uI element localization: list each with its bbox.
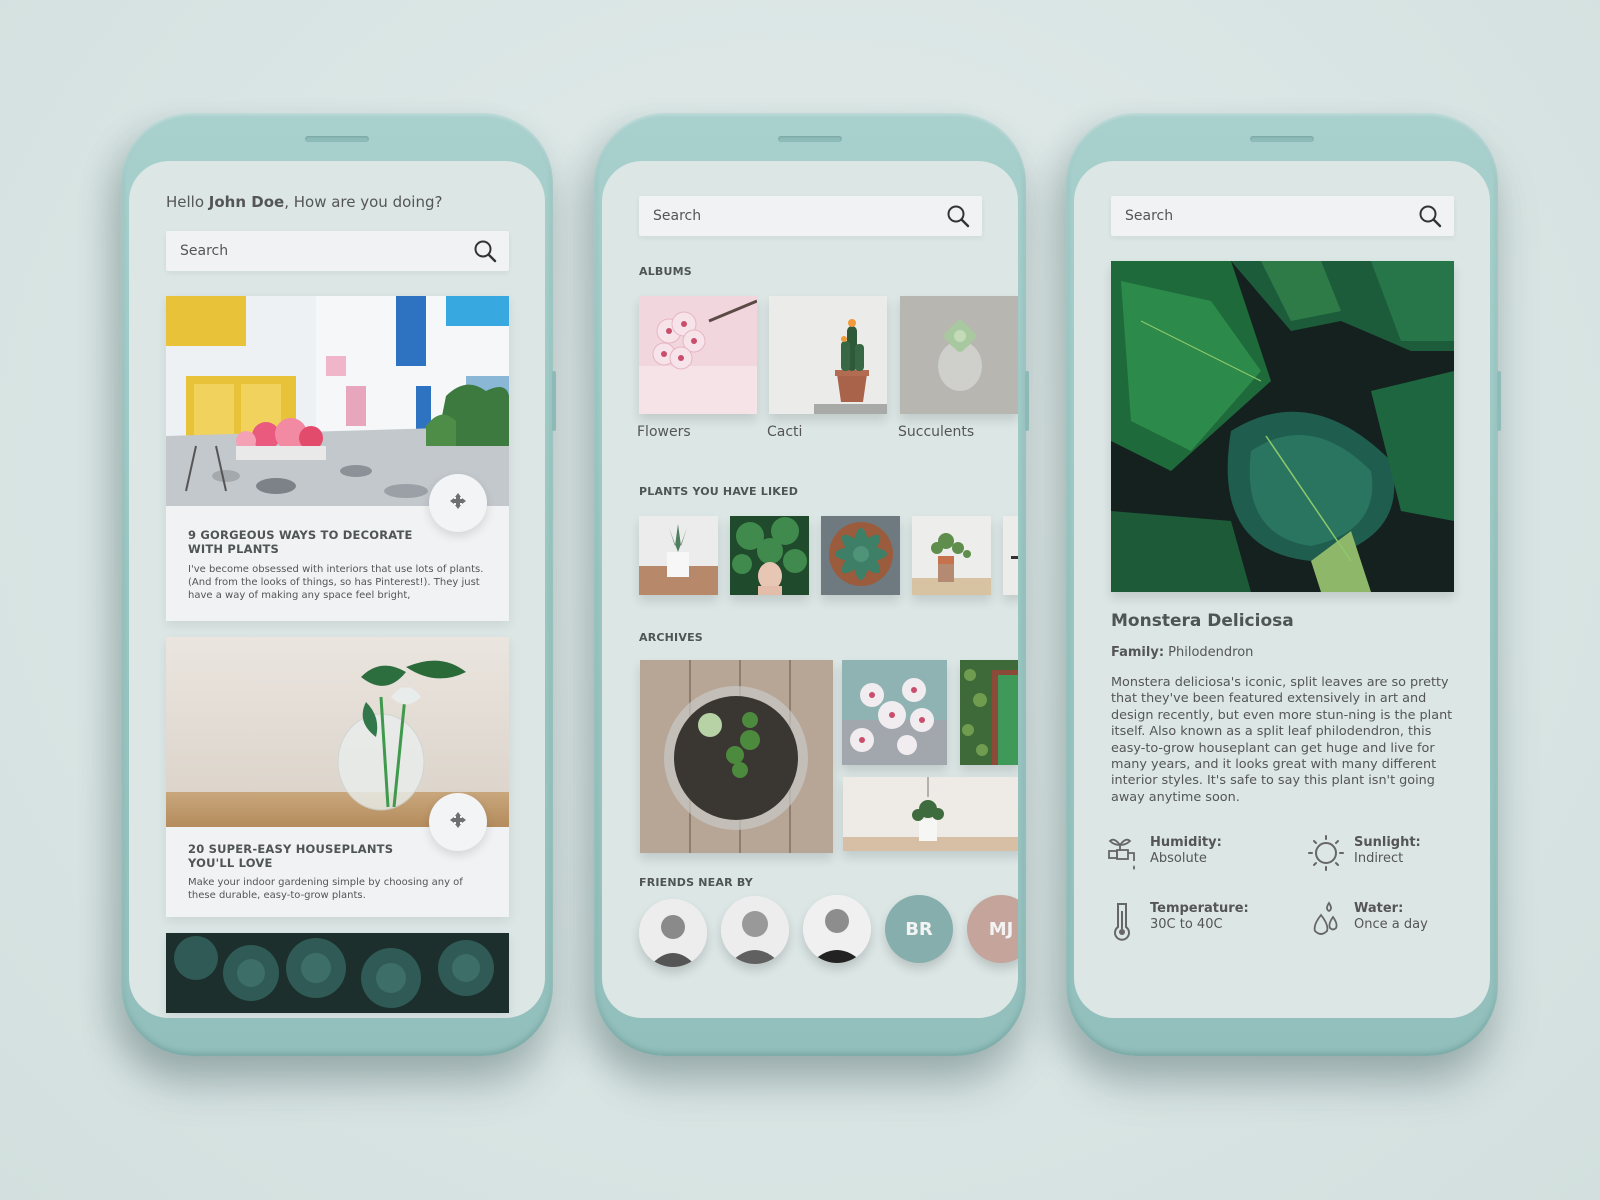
friend-avatar-initials[interactable]: BR [885, 895, 953, 963]
phone-explore: ALBUMS Flowers Cacti Succulents PLANTS Y… [594, 113, 1029, 1056]
friend-avatar[interactable] [721, 896, 789, 964]
attribute-value: 30C to 40C [1150, 917, 1223, 932]
phone-speaker [1250, 136, 1314, 142]
archives-label: ARCHIVES [639, 631, 703, 644]
search-input[interactable] [653, 208, 923, 224]
article-card[interactable]: 9 GORGEOUS WAYS TO DECORATE WITH PLANTS … [166, 296, 509, 621]
liked-plant-thumb[interactable] [1003, 516, 1018, 595]
article-excerpt: I've become obsessed with interiors that… [188, 564, 484, 601]
archive-thumb[interactable] [842, 660, 947, 765]
faucet-plant-icon [1104, 835, 1140, 875]
water-drops-icon [1308, 901, 1344, 941]
album-thumb-cacti[interactable] [769, 296, 887, 414]
attribute-temperature: Temperature: 30C to 40C [1104, 901, 1249, 941]
attribute-sunlight: Sunlight: Indirect [1308, 835, 1421, 875]
liked-plant-thumb[interactable] [912, 516, 991, 595]
article-title[interactable]: 20 SUPER-EASY HOUSEPLANTS YOU'LL LOVE [188, 842, 428, 870]
sun-icon [1308, 835, 1344, 875]
phone-speaker [778, 136, 842, 142]
phone-speaker [305, 136, 369, 142]
greeting-prefix: Hello [166, 193, 209, 211]
friend-avatar[interactable] [639, 899, 707, 967]
liked-plant-thumb[interactable] [821, 516, 900, 595]
liked-plant-thumb[interactable] [639, 516, 718, 595]
liked-plant-thumb[interactable] [730, 516, 809, 595]
article-move-button[interactable] [429, 474, 487, 532]
article-title[interactable]: 9 GORGEOUS WAYS TO DECORATE WITH PLANTS [188, 528, 428, 556]
archive-thumb[interactable] [960, 660, 1018, 765]
attribute-value: Indirect [1354, 851, 1404, 866]
attribute-label: Sunlight: [1354, 835, 1421, 850]
phone-side-button [1497, 371, 1501, 431]
attribute-water: Water: Once a day [1308, 901, 1428, 941]
attribute-value: Absolute [1150, 851, 1207, 866]
article-move-button[interactable] [429, 793, 487, 851]
plant-family: Family: Philodendron [1111, 645, 1253, 660]
greeting: Hello John Doe, How are you doing? [166, 193, 442, 211]
search-bar [639, 196, 982, 236]
article-excerpt: Make your indoor gardening simple by cho… [188, 877, 463, 901]
plant-description: Monstera deliciosa's iconic, split leave… [1111, 675, 1453, 805]
explore-screen: ALBUMS Flowers Cacti Succulents PLANTS Y… [602, 161, 1018, 1018]
album-label[interactable]: Cacti [767, 424, 802, 440]
friend-avatar[interactable] [803, 895, 871, 963]
search-input[interactable] [1125, 208, 1395, 224]
friend-initials: MJ [988, 918, 1014, 940]
attribute-label: Water: [1354, 901, 1404, 916]
album-label[interactable]: Succulents [898, 424, 974, 440]
archive-thumb[interactable] [843, 777, 1018, 851]
friend-avatar-initials[interactable]: MJ [967, 895, 1018, 963]
friends-label: FRIENDS NEAR BY [639, 876, 753, 889]
friend-initials: BR [905, 918, 933, 940]
article-image [166, 933, 509, 1013]
album-thumb-succulents[interactable] [900, 296, 1018, 414]
detail-screen: Monstera Deliciosa Family: Philodendron … [1074, 161, 1490, 1018]
liked-label: PLANTS YOU HAVE LIKED [639, 485, 799, 498]
attribute-value: Once a day [1354, 917, 1428, 932]
home-screen: Hello John Doe, How are you doing? Searc… [129, 161, 545, 1018]
plant-name: Monstera Deliciosa [1111, 611, 1294, 631]
search-icon[interactable] [473, 239, 497, 263]
album-label[interactable]: Flowers [637, 424, 691, 440]
archive-thumb[interactable] [640, 660, 833, 853]
search-icon[interactable] [946, 204, 970, 228]
user-name: John Doe [208, 193, 285, 211]
search-input[interactable] [180, 243, 450, 259]
search-bar [1111, 196, 1454, 236]
search-icon[interactable] [1418, 204, 1442, 228]
albums-label: ALBUMS [639, 265, 692, 278]
attribute-humidity: Humidity: Absolute [1104, 835, 1222, 875]
phone-detail: Monstera Deliciosa Family: Philodendron … [1066, 113, 1501, 1056]
article-card[interactable] [166, 933, 509, 1013]
family-value: Philodendron [1164, 645, 1254, 660]
phone-side-button [1025, 371, 1029, 431]
attribute-label: Temperature: [1150, 901, 1249, 916]
search-bar [166, 231, 509, 271]
attribute-label: Humidity: [1150, 835, 1222, 850]
article-card[interactable]: 20 SUPER-EASY HOUSEPLANTS YOU'LL LOVE Ma… [166, 637, 509, 917]
plant-image [1111, 261, 1454, 592]
phone-home: Hello John Doe, How are you doing? Searc… [121, 113, 556, 1056]
move-arrows-icon [449, 811, 467, 834]
move-arrows-icon [449, 492, 467, 515]
greeting-suffix: , How are you doing? [284, 193, 443, 211]
family-label: Family: [1111, 645, 1165, 660]
thermometer-icon [1104, 901, 1140, 941]
album-thumb-flowers[interactable] [639, 296, 757, 414]
phone-side-button [552, 371, 556, 431]
